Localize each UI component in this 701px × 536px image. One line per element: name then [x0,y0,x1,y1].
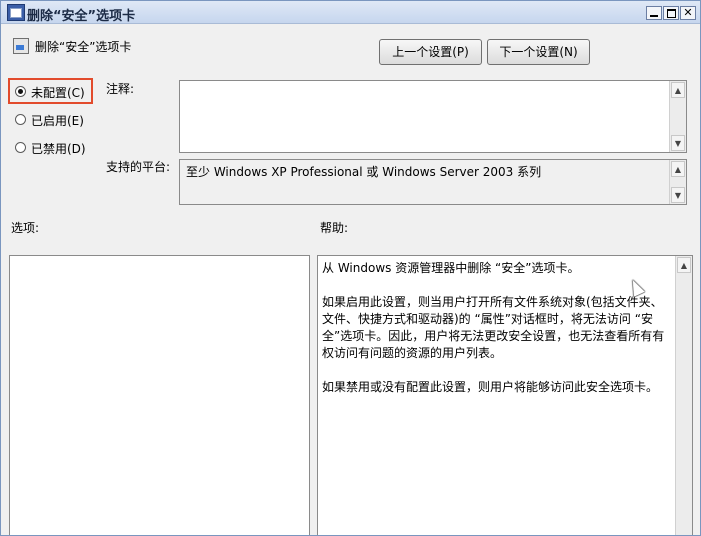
radio-button-icon[interactable] [15,114,26,125]
platform-label: 支持的平台: [106,160,171,174]
comment-textarea[interactable]: ▲ ▼ [179,80,687,153]
help-paragraph: 从 Windows 资源管理器中删除 “安全”选项卡。 [322,261,580,275]
radio-label: 未配置(C) [31,86,85,100]
help-text: 从 Windows 资源管理器中删除 “安全”选项卡。 如果启用此设置，则当用户… [322,260,672,413]
help-panel: 从 Windows 资源管理器中删除 “安全”选项卡。 如果启用此设置，则当用户… [317,255,693,535]
policy-setting-window: 删除“安全”选项卡 ✕ 删除“安全”选项卡 上一个设置(P) 下一个设置(N) … [0,0,701,536]
next-setting-button[interactable]: 下一个设置(N) [487,39,590,65]
title-bar[interactable]: 删除“安全”选项卡 ✕ [1,1,700,24]
close-button[interactable]: ✕ [680,6,696,20]
help-scrollbar[interactable]: ▲ [675,256,692,535]
help-label: 帮助: [320,221,349,235]
comment-label: 注释: [106,82,135,96]
comment-scrollbar[interactable]: ▲ ▼ [669,81,686,152]
radio-label: 已启用(E) [31,114,84,128]
platform-value: 至少 Windows XP Professional 或 Windows Ser… [186,165,542,179]
minimize-button[interactable] [646,6,662,20]
scroll-up-icon[interactable]: ▲ [671,161,685,177]
radio-label: 已禁用(D) [31,142,86,156]
maximize-button[interactable] [663,6,679,20]
window-title: 删除“安全”选项卡 [27,9,136,24]
platform-field: 至少 Windows XP Professional 或 Windows Ser… [179,159,687,205]
scroll-down-icon[interactable]: ▼ [671,187,685,203]
policy-icon [7,4,25,21]
radio-button-icon[interactable] [15,142,26,153]
radio-button-checked-icon[interactable] [15,86,26,97]
scroll-up-icon[interactable]: ▲ [677,257,691,273]
policy-setting-icon [13,38,29,54]
options-label: 选项: [11,221,40,235]
previous-setting-button[interactable]: 上一个设置(P) [379,39,482,65]
policy-title: 删除“安全”选项卡 [35,40,132,54]
help-paragraph: 如果启用此设置，则当用户打开所有文件系统对象(包括文件夹、文件、快捷方式和驱动器… [322,295,665,360]
platform-scrollbar[interactable]: ▲ ▼ [669,160,686,204]
options-panel [9,255,310,535]
scroll-down-icon[interactable]: ▼ [671,135,685,151]
help-paragraph: 如果禁用或没有配置此设置，则用户将能够访问此安全选项卡。 [322,380,659,394]
scroll-up-icon[interactable]: ▲ [671,82,685,98]
